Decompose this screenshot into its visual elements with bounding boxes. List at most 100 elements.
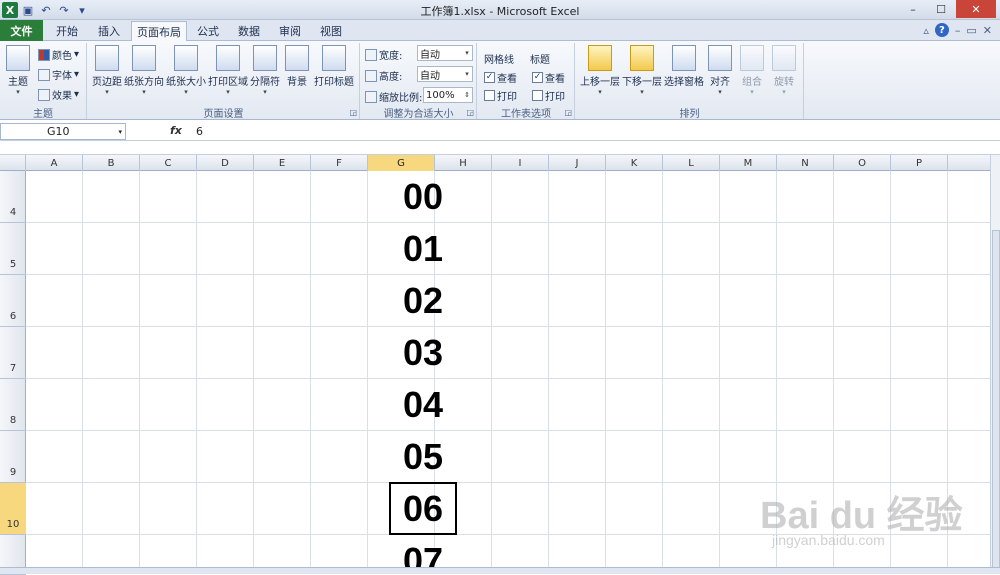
column-header-b[interactable]: B <box>83 155 140 171</box>
column-header-n[interactable]: N <box>777 155 834 171</box>
group-label-arrange: 排列 <box>679 109 700 120</box>
gridline-vertical <box>82 171 83 567</box>
sheet-tabs-bar <box>0 567 1000 574</box>
window-controls: – ☐ ✕ <box>900 0 996 18</box>
rotate-button[interactable]: 旋转 ▾ <box>770 45 798 96</box>
maximize-icon[interactable]: ☐ <box>928 0 954 18</box>
column-header-p[interactable]: P <box>891 155 948 171</box>
row-header-10[interactable]: 10 <box>0 483 26 535</box>
column-header-f[interactable]: F <box>311 155 368 171</box>
margins-icon <box>95 45 119 71</box>
headings-heading: 标题 <box>530 55 550 66</box>
margins-button[interactable]: 页边距 ▾ <box>90 45 124 96</box>
gridlines-print-checkbox[interactable]: 打印 <box>484 88 517 103</box>
column-header-j[interactable]: J <box>549 155 606 171</box>
height-combo[interactable]: 自动 ▾ <box>417 66 473 82</box>
size-button[interactable]: 纸张大小 ▾ <box>166 45 206 96</box>
doc-restore-icon[interactable]: ▭ <box>966 24 976 37</box>
tab-review[interactable]: 审阅 <box>272 21 308 41</box>
tab-data[interactable]: 数据 <box>231 21 267 41</box>
scale-launcher-icon[interactable]: ◲ <box>466 108 474 117</box>
tab-formulas[interactable]: 公式 <box>190 21 226 41</box>
watermark-brand: Bai du 经验 <box>760 495 963 537</box>
column-header-e[interactable]: E <box>254 155 311 171</box>
column-header-k[interactable]: K <box>606 155 663 171</box>
row-header-5[interactable]: 5 <box>0 223 26 275</box>
effects-button[interactable]: 效果 ▾ <box>38 87 79 102</box>
headings-print-checkbox[interactable]: 打印 <box>532 88 565 103</box>
doc-close-icon[interactable]: ✕ <box>983 24 992 37</box>
formula-input[interactable]: 6 <box>196 125 203 138</box>
cell-g-value[interactable]: 04 <box>390 379 456 431</box>
tab-page-layout[interactable]: 页面布局 <box>131 21 187 41</box>
gridline-horizontal <box>26 430 990 431</box>
formula-bar: G10 ▾ fx 6 <box>0 121 1000 141</box>
print-titles-button[interactable]: 打印标题 <box>314 45 354 88</box>
fonts-icon <box>38 68 50 81</box>
tab-view[interactable]: 视图 <box>313 21 349 41</box>
cell-g-value[interactable]: 00 <box>390 171 456 223</box>
gridlines-view-checkbox[interactable]: ✓ 查看 <box>484 70 517 85</box>
breaks-icon <box>253 45 277 71</box>
align-icon <box>708 45 732 71</box>
group-objects-button[interactable]: 组合 ▾ <box>738 45 766 96</box>
group-page-setup: 页边距 ▾ 纸张方向 ▾ 纸张大小 ▾ 打印区域 ▾ 分隔符 ▾ 背景 打印标题 页面设置… <box>88 43 360 120</box>
column-header-i[interactable]: I <box>492 155 549 171</box>
breaks-button[interactable]: 分隔符 ▾ <box>250 45 280 96</box>
vertical-scrollbar[interactable] <box>990 155 1000 570</box>
fonts-button[interactable]: 字体 ▾ <box>38 67 79 82</box>
tab-home[interactable]: 开始 <box>48 21 86 41</box>
tab-insert[interactable]: 插入 <box>90 21 128 41</box>
row-header-9[interactable]: 9 <box>0 431 26 483</box>
column-header-o[interactable]: O <box>834 155 891 171</box>
minimize-ribbon-icon[interactable]: ▵ <box>923 24 929 37</box>
bring-forward-button[interactable]: 上移一层 ▾ <box>578 45 622 96</box>
scale-spinner[interactable]: 100% ⇕ <box>423 87 473 103</box>
gridline-horizontal <box>26 326 990 327</box>
gridline-horizontal <box>26 378 990 379</box>
selection-pane-button[interactable]: 选择窗格 <box>662 45 706 88</box>
themes-button[interactable]: 主题 ▾ <box>4 45 32 96</box>
colors-button[interactable]: 颜色 ▾ <box>38 47 79 62</box>
row-header-4[interactable]: 4 <box>0 171 26 223</box>
row-header-6[interactable]: 6 <box>0 275 26 327</box>
column-header-g[interactable]: G <box>368 155 435 171</box>
row-header-7[interactable]: 7 <box>0 327 26 379</box>
minimize-icon[interactable]: – <box>900 0 926 18</box>
row-header-8[interactable]: 8 <box>0 379 26 431</box>
column-header-d[interactable]: D <box>197 155 254 171</box>
tab-file[interactable]: 文件 <box>0 20 43 41</box>
width-combo[interactable]: 自动 ▾ <box>417 45 473 61</box>
spinner-icon: ⇕ <box>464 91 470 99</box>
orientation-button[interactable]: 纸张方向 ▾ <box>124 45 164 96</box>
group-label-sheet-options: 工作表选项 <box>501 109 551 120</box>
column-header-c[interactable]: C <box>140 155 197 171</box>
column-header-a[interactable]: A <box>26 155 83 171</box>
doc-minimize-icon[interactable]: – <box>955 24 961 37</box>
headings-view-checkbox[interactable]: ✓ 查看 <box>532 70 565 85</box>
cell-g-value[interactable]: 01 <box>390 223 456 275</box>
scrollbar-thumb[interactable] <box>992 230 1000 570</box>
effects-icon <box>38 88 50 101</box>
column-header-l[interactable]: L <box>663 155 720 171</box>
cell-g-value[interactable]: 07 <box>390 535 456 567</box>
active-cell-outline[interactable] <box>389 482 457 535</box>
gridline-vertical <box>605 171 606 567</box>
column-header-h[interactable]: H <box>435 155 492 171</box>
send-backward-button[interactable]: 下移一层 ▾ <box>620 45 664 96</box>
name-box[interactable]: G10 ▾ <box>0 123 126 140</box>
sheet-options-launcher-icon[interactable]: ◲ <box>564 108 572 117</box>
cell-g-value[interactable]: 02 <box>390 275 456 327</box>
close-icon[interactable]: ✕ <box>956 0 996 18</box>
select-all-corner[interactable] <box>0 155 26 171</box>
background-button[interactable]: 背景 <box>284 45 310 88</box>
cell-g-value[interactable]: 05 <box>390 431 456 483</box>
insert-function-icon[interactable]: fx <box>170 124 182 137</box>
help-icon[interactable]: ? <box>934 23 949 37</box>
print-area-button[interactable]: 打印区域 ▾ <box>208 45 248 96</box>
column-header-m[interactable]: M <box>720 155 777 171</box>
gridline-vertical <box>196 171 197 567</box>
page-setup-launcher-icon[interactable]: ◲ <box>349 108 357 117</box>
cell-g-value[interactable]: 03 <box>390 327 456 379</box>
align-button[interactable]: 对齐 ▾ <box>706 45 734 96</box>
